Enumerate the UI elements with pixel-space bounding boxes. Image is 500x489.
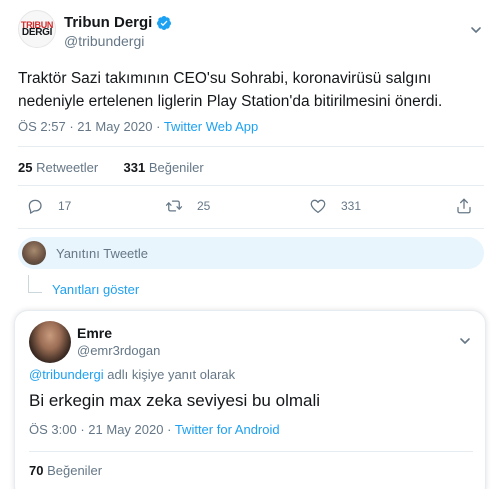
reply-time[interactable]: ÖS 3:00 — [29, 422, 77, 437]
author-name[interactable]: Tribun Dergi — [64, 14, 172, 31]
reply-likes-label: Beğeniler — [47, 463, 103, 478]
retweet-count: 25 — [197, 199, 211, 213]
likes-label: Beğeniler — [148, 160, 204, 175]
meta-separator: · — [80, 422, 85, 437]
chevron-down-icon[interactable] — [470, 24, 482, 36]
divider — [18, 228, 484, 229]
retweets-stat[interactable]: 25 Retweetler — [18, 160, 98, 175]
author-display-name[interactable]: Tribun Dergi — [64, 14, 152, 31]
share-icon — [457, 198, 471, 214]
reply-date[interactable]: 21 May 2020 — [88, 422, 163, 437]
author-handle[interactable]: @tribundergi — [64, 33, 144, 49]
reply-count: 17 — [58, 199, 72, 213]
logo-line-2: DERGI — [21, 27, 53, 38]
reply-compose-bar[interactable]: Yanıtını Tweetle — [18, 237, 484, 269]
retweet-icon — [165, 200, 183, 212]
tweet-stats: 25 Retweetler 331 Beğeniler — [18, 160, 204, 175]
like-count: 331 — [341, 199, 362, 213]
reply-placeholder: Yanıtını Tweetle — [56, 245, 149, 261]
meta-separator: · — [167, 422, 172, 437]
meta-separator: · — [69, 119, 74, 134]
meta-separator: · — [156, 119, 161, 134]
retweet-button[interactable]: 25 — [165, 197, 210, 215]
reply-likes-count: 70 — [29, 463, 44, 478]
divider — [18, 146, 484, 147]
likes-count: 331 — [123, 160, 146, 175]
retweets-count: 25 — [18, 160, 33, 175]
reply-author-handle[interactable]: @emr3rdogan — [77, 343, 160, 358]
tweet-date[interactable]: 21 May 2020 — [77, 119, 152, 134]
current-user-avatar — [22, 241, 46, 265]
divider — [29, 451, 473, 452]
replying-to-mention[interactable]: @tribundergi — [29, 367, 104, 382]
reply-meta: ÖS 3:00 · 21 May 2020 · Twitter for Andr… — [29, 422, 280, 437]
replying-to: @tribundergi adlı kişiye yanıt olarak — [29, 367, 235, 382]
retweets-label: Retweetler — [36, 160, 99, 175]
tweet-actions: 17 25 331 — [0, 197, 500, 221]
reply-button[interactable]: 17 — [26, 197, 71, 215]
like-heart-icon — [310, 199, 326, 214]
tweet-time[interactable]: ÖS 2:57 — [18, 119, 66, 134]
reply-text: Bi erkegin max zeka seviyesi bu olmali — [29, 391, 321, 410]
likes-stat[interactable]: 331 Beğeniler — [123, 160, 203, 175]
thread-connector — [28, 275, 42, 293]
chevron-down-icon[interactable] — [459, 335, 471, 347]
reply-likes-stat[interactable]: 70 Beğeniler — [29, 463, 102, 478]
like-button[interactable]: 331 — [309, 197, 361, 215]
reply-icon — [28, 199, 42, 214]
divider — [18, 185, 484, 186]
verified-badge-icon — [157, 15, 172, 30]
share-button[interactable] — [455, 197, 473, 215]
tribun-dergi-avatar[interactable]: TRIBUN DERGI — [18, 10, 56, 48]
reply-source-app[interactable]: Twitter for Android — [175, 422, 280, 437]
show-replies-label: Yanıtları göster — [52, 281, 140, 297]
tweet-meta: ÖS 2:57 · 21 May 2020 · Twitter Web App — [18, 119, 258, 134]
tweet-source-app[interactable]: Twitter Web App — [164, 119, 258, 134]
reply-author-name[interactable]: Emre — [77, 325, 112, 341]
tribun-dergi-logo: TRIBUN DERGI — [21, 21, 54, 38]
reply-tweet-card[interactable]: Emre @emr3rdogan @tribundergi adlı kişiy… — [14, 310, 486, 489]
show-replies-link[interactable]: Yanıtları göster — [28, 275, 140, 302]
emre-avatar[interactable] — [29, 321, 71, 363]
tweet-text: Traktör Sazi takımının CEO'su Sohrabi, k… — [18, 70, 443, 110]
replying-to-suffix: adlı kişiye yanıt olarak — [107, 367, 236, 382]
